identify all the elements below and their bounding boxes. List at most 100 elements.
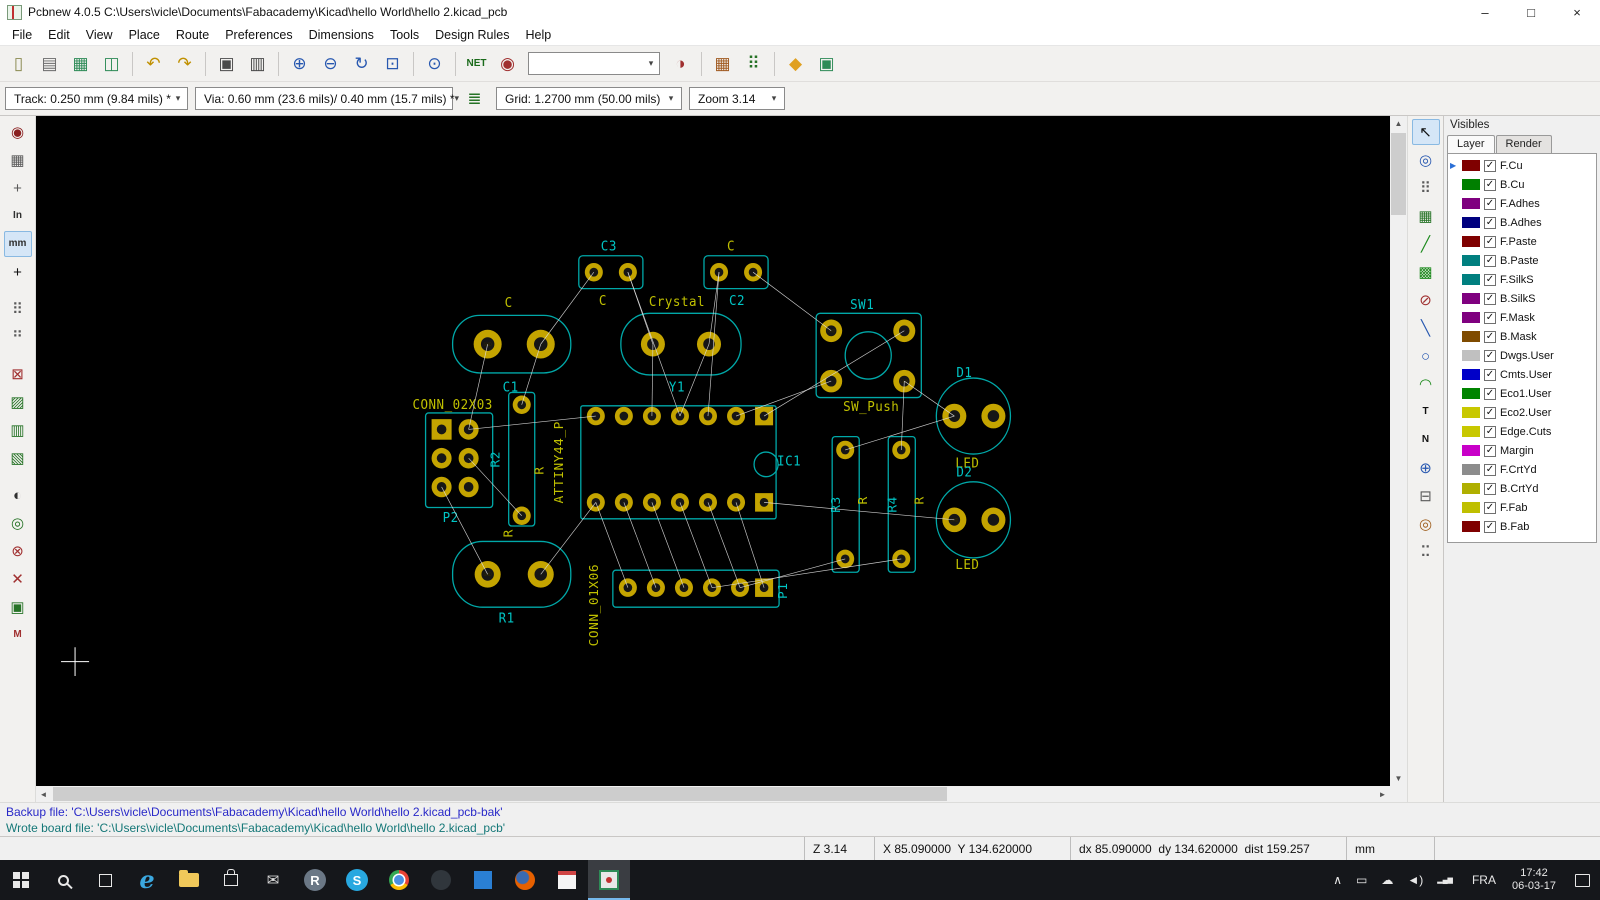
microwave-tools-button[interactable]: M (4, 622, 32, 648)
menu-tools[interactable]: Tools (382, 26, 427, 44)
taskbar-app-rstudio[interactable]: R (294, 860, 336, 900)
scroll-right-arrow[interactable]: ► (1375, 786, 1390, 802)
layer-visibility-checkbox[interactable]: ✓ (1484, 331, 1496, 343)
local-ratsnest-button[interactable]: ⠿ (1412, 175, 1440, 201)
layer-row-b-crtyd[interactable]: ✓B.CrtYd (1448, 479, 1596, 498)
add-footprint-button[interactable]: ▦ (1412, 203, 1440, 229)
layer-color-swatch[interactable] (1462, 445, 1480, 456)
layer-row-b-cu[interactable]: ✓B.Cu (1448, 175, 1596, 194)
add-dimension-button[interactable]: N (1412, 427, 1440, 453)
print-button[interactable]: ▣ (212, 49, 241, 78)
layer-visibility-checkbox[interactable]: ✓ (1484, 369, 1496, 381)
layer-color-swatch[interactable] (1462, 236, 1480, 247)
layer-color-swatch[interactable] (1462, 483, 1480, 494)
cursor-shape-button[interactable]: + (4, 259, 32, 285)
layer-visibility-checkbox[interactable]: ✓ (1484, 312, 1496, 324)
drc-button[interactable]: ◉ (493, 49, 522, 78)
zoom-redraw-button[interactable]: ↻ (347, 49, 376, 78)
drill-shape-button[interactable]: ⊗ (4, 538, 32, 564)
onedrive-tray-button[interactable]: ☁ (1374, 860, 1400, 900)
layer-visibility-checkbox[interactable]: ✓ (1484, 198, 1496, 210)
language-indicator[interactable]: FRA (1464, 860, 1504, 900)
layer-visibility-checkbox[interactable]: ✓ (1484, 445, 1496, 457)
layer-color-swatch[interactable] (1462, 198, 1480, 209)
new-board-button[interactable]: ▯ (4, 49, 33, 78)
layer-row-margin[interactable]: ✓Margin (1448, 441, 1596, 460)
layer-color-swatch[interactable] (1462, 388, 1480, 399)
high-contrast-button[interactable]: ◐ (4, 482, 32, 508)
layer-color-swatch[interactable] (1462, 255, 1480, 266)
add-zone-button[interactable]: ▩ (1412, 259, 1440, 285)
menu-file[interactable]: File (4, 26, 40, 44)
polar-coords-button[interactable]: + (4, 175, 32, 201)
hide-zones-button[interactable]: ▥ (4, 417, 32, 443)
scroll-down-arrow[interactable]: ▼ (1390, 771, 1407, 786)
add-text-button[interactable]: T (1412, 399, 1440, 425)
highlight-net-button[interactable]: ◎ (1412, 147, 1440, 173)
python-console-button[interactable]: ▣ (4, 594, 32, 620)
taskbar-app-github[interactable] (420, 860, 462, 900)
scroll-left-arrow[interactable]: ◄ (36, 786, 51, 802)
page-settings-button[interactable]: ▤ (35, 49, 64, 78)
tab-layer[interactable]: Layer (1447, 135, 1495, 153)
horizontal-scroll-thumb[interactable] (53, 787, 947, 801)
layer-row-cmts-user[interactable]: ✓Cmts.User (1448, 365, 1596, 384)
layer-row-eco2-user[interactable]: ✓Eco2.User (1448, 403, 1596, 422)
menu-preferences[interactable]: Preferences (217, 26, 300, 44)
layer-color-swatch[interactable] (1462, 179, 1480, 190)
open-board-button[interactable]: ▦ (66, 49, 95, 78)
taskbar-app-store[interactable] (210, 860, 252, 900)
warning-button[interactable]: ◆ (781, 49, 810, 78)
zoom-in-button[interactable]: ⊕ (285, 49, 314, 78)
vertical-scrollbar[interactable]: ▲ ▼ (1390, 116, 1407, 786)
menu-dimensions[interactable]: Dimensions (301, 26, 382, 44)
taskbar-app-firefox[interactable] (504, 860, 546, 900)
layer-visibility-checkbox[interactable]: ✓ (1484, 293, 1496, 305)
task-view-button[interactable] (84, 860, 126, 900)
layer-row-f-crtyd[interactable]: ✓F.CrtYd (1448, 460, 1596, 479)
volume-tray-button[interactable]: ◄) (1400, 860, 1430, 900)
start-button[interactable] (0, 860, 42, 900)
layer-visibility-checkbox[interactable]: ✓ (1484, 426, 1496, 438)
layer-row-b-fab[interactable]: ✓B.Fab (1448, 517, 1596, 536)
layer-visibility-checkbox[interactable]: ✓ (1484, 502, 1496, 514)
zoom-level-combo[interactable]: Zoom 3.14 ▾ (689, 87, 785, 110)
route-helper-button[interactable]: ◎ (4, 510, 32, 536)
route-track-button[interactable]: ╱ (1412, 231, 1440, 257)
menu-route[interactable]: Route (168, 26, 217, 44)
taskbar-search-button[interactable] (42, 860, 84, 900)
show-zone-outlines-button[interactable]: ▧ (4, 445, 32, 471)
read-netlist-button[interactable]: NET (462, 49, 491, 78)
taskbar-app-kicad[interactable] (588, 860, 630, 900)
pcb-canvas-area[interactable]: C3CCC2GNDCC1CrystalY1GNDGNDSW1SW_PushCON… (36, 116, 1407, 802)
show-zones-button[interactable]: ▨ (4, 389, 32, 415)
undo-button[interactable]: ↶ (139, 49, 168, 78)
layer-color-swatch[interactable] (1462, 369, 1480, 380)
menu-edit[interactable]: Edit (40, 26, 78, 44)
plot-button[interactable]: ▥ (243, 49, 272, 78)
route-mode-button[interactable]: ⠿ (739, 49, 768, 78)
layer-selector-combo[interactable]: ▾ (528, 52, 660, 75)
select-tool-button[interactable]: ↖ (1412, 119, 1440, 145)
layer-visibility-checkbox[interactable]: ✓ (1484, 274, 1496, 286)
layer-color-swatch[interactable] (1462, 312, 1480, 323)
vertical-scroll-thumb[interactable] (1391, 133, 1406, 215)
layer-color-swatch[interactable] (1462, 217, 1480, 228)
layer-visibility-checkbox[interactable]: ✓ (1484, 483, 1496, 495)
layer-visibility-checkbox[interactable]: ✓ (1484, 255, 1496, 267)
taskbar-clock[interactable]: 17:42 06-03-17 (1504, 860, 1564, 900)
layer-color-swatch[interactable] (1462, 274, 1480, 285)
layer-visibility-checkbox[interactable]: ✓ (1484, 350, 1496, 362)
layer-color-swatch[interactable] (1462, 160, 1480, 171)
taskbar-app-file-explorer[interactable] (168, 860, 210, 900)
layer-row-f-cu[interactable]: ▶✓F.Cu (1448, 156, 1596, 175)
layer-row-f-silks[interactable]: ✓F.SilkS (1448, 270, 1596, 289)
layer-color-swatch[interactable] (1462, 331, 1480, 342)
tablet-mode-tray-button[interactable]: ▭ (1349, 860, 1374, 900)
zoom-out-button[interactable]: ⊖ (316, 49, 345, 78)
hidden-icons-chevron-tray-button[interactable]: ∧ (1326, 860, 1349, 900)
taskbar-app-edge[interactable]: e (126, 860, 168, 900)
delete-item-button[interactable]: ⊟ (1412, 483, 1440, 509)
menu-design-rules[interactable]: Design Rules (427, 26, 517, 44)
ratsnest-general-button[interactable]: ⠿ (4, 296, 32, 322)
